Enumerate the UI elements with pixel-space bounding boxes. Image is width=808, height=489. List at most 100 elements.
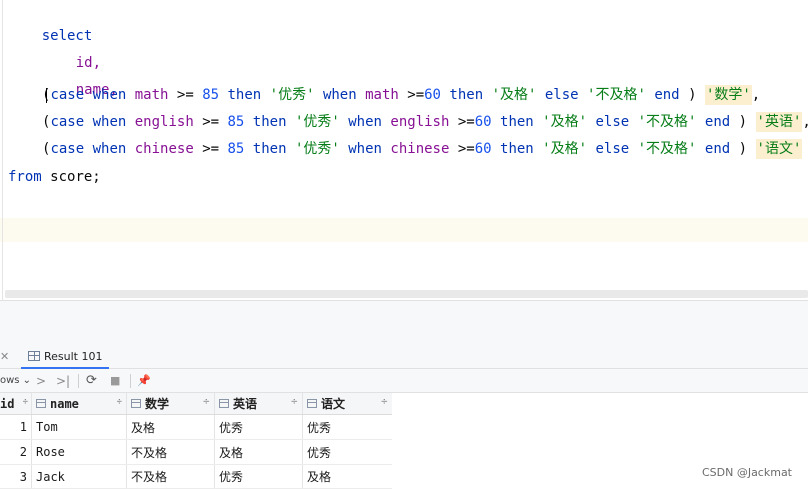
sort-icon[interactable]: ÷ — [380, 397, 388, 407]
column-header-label: name — [50, 396, 79, 411]
column-english: english — [390, 114, 450, 130]
code-line-1[interactable]: select — [8, 3, 93, 44]
sort-icon[interactable]: ÷ — [290, 397, 298, 407]
column-header-english[interactable]: 英语 ÷ — [215, 393, 303, 414]
code-line-2[interactable]: id, — [42, 30, 101, 71]
cell-name[interactable]: Rose — [32, 440, 127, 464]
next-page-icon[interactable]: > — [36, 373, 46, 389]
operator-ge: >= — [457, 141, 475, 157]
cell-math[interactable]: 不及格 — [127, 440, 215, 464]
keyword-when: when — [348, 141, 382, 157]
keyword-then: then — [252, 141, 287, 157]
horizontal-scrollbar[interactable] — [5, 290, 808, 298]
cell-math[interactable]: 不及格 — [127, 465, 215, 488]
cell-english[interactable]: 优秀 — [215, 415, 303, 439]
keyword-else: else — [595, 141, 630, 157]
keyword-end: end — [654, 87, 680, 103]
sort-icon[interactable]: ÷ — [23, 397, 28, 407]
results-tab-bar: ✕ Result 101 — [0, 345, 808, 369]
keyword-from: from — [8, 169, 42, 185]
column-math: math — [365, 87, 399, 103]
pin-icon[interactable]: 📌 — [137, 373, 151, 389]
column-header-name[interactable]: name ÷ — [32, 393, 127, 414]
number-85: 85 — [227, 141, 245, 157]
keyword-end: end — [704, 114, 731, 130]
column-header-math[interactable]: 数学 ÷ — [127, 393, 215, 414]
cell-math[interactable]: 及格 — [127, 415, 215, 439]
keyword-then: then — [500, 114, 534, 130]
operator-ge: >= — [202, 141, 220, 157]
code-line-7[interactable]: from score; — [8, 166, 101, 188]
toolbar-separator — [78, 374, 79, 388]
panel-divider[interactable] — [0, 300, 808, 345]
refresh-icon[interactable]: ⟳ — [86, 373, 97, 389]
keyword-case: case — [50, 141, 85, 157]
table-row[interactable]: 2 Rose 不及格 及格 优秀 — [0, 440, 392, 465]
keyword-case: case — [50, 87, 85, 103]
tab-result-101[interactable]: Result 101 — [21, 345, 110, 369]
cell-id[interactable]: 1 — [0, 415, 32, 439]
column-header-label: 语文 — [321, 397, 346, 411]
string-pass: '及格' — [542, 114, 588, 130]
cell-name[interactable]: Tom — [32, 415, 127, 439]
column-header-id[interactable]: id ÷ — [0, 393, 32, 414]
table-row[interactable]: 1 Tom 及格 优秀 优秀 — [0, 415, 392, 440]
operator-ge: >= — [457, 114, 475, 130]
sort-icon[interactable]: ÷ — [117, 397, 122, 407]
cell-id[interactable]: 3 — [0, 465, 32, 488]
number-60: 60 — [474, 141, 492, 157]
keyword-case: case — [50, 114, 85, 130]
keyword-then: then — [252, 114, 287, 130]
code-line-3[interactable]: name, — [42, 57, 118, 98]
cell-chinese[interactable]: 及格 — [303, 465, 392, 488]
code-line-6[interactable]: (case when chinese >= 85 then '优秀' when … — [42, 138, 803, 160]
table-row[interactable]: 3 Jack 不及格 优秀 及格 — [0, 465, 392, 489]
string-excellent: '优秀' — [294, 114, 340, 130]
keyword-end: end — [704, 141, 731, 157]
string-pass: '及格' — [542, 141, 588, 157]
close-paren: ) — [688, 87, 697, 103]
cell-english[interactable]: 及格 — [215, 440, 303, 464]
comma: , — [751, 87, 761, 103]
keyword-then: then — [449, 87, 484, 103]
rows-dropdown[interactable]: ows ⌄ — [0, 373, 31, 389]
keyword-when: when — [348, 114, 382, 130]
cell-english[interactable]: 优秀 — [215, 465, 303, 488]
watermark: CSDN @Jackmat — [701, 466, 792, 479]
cell-name[interactable]: Jack — [32, 465, 127, 488]
comma: , — [802, 114, 808, 130]
editor-gutter-border — [2, 0, 3, 300]
column-header-label: 英语 — [233, 397, 258, 411]
column-math: math — [134, 87, 169, 103]
column-icon — [131, 399, 141, 408]
string-excellent: '优秀' — [269, 87, 315, 103]
cell-id[interactable]: 2 — [0, 440, 32, 464]
code-line-5[interactable]: (case when english >= 85 then '优秀' when … — [42, 111, 808, 133]
code-line-4[interactable]: (case when math >= 85 then '优秀' when mat… — [42, 84, 760, 106]
column-chinese: chinese — [134, 141, 194, 157]
string-pass: '及格' — [491, 87, 537, 103]
column-english: english — [134, 114, 194, 130]
sql-editor[interactable]: select id, name, (case when math >= 85 t… — [0, 0, 808, 300]
cell-chinese[interactable]: 优秀 — [303, 440, 392, 464]
keyword-else: else — [544, 87, 579, 103]
close-paren: ) — [738, 114, 748, 130]
results-grid[interactable]: id ÷ name ÷ 数学 ÷ 英语 ÷ 语文 ÷ 1 Tom 及格 优秀 优… — [0, 393, 392, 489]
stop-icon[interactable]: ■ — [110, 373, 120, 389]
operator-ge: >= — [202, 114, 220, 130]
alias-chinese: '语文' — [755, 139, 803, 159]
tab-label: Result 101 — [44, 349, 103, 363]
column-header-chinese[interactable]: 语文 ÷ — [303, 393, 392, 414]
sort-icon[interactable]: ÷ — [202, 397, 210, 407]
string-fail: '不及格' — [587, 87, 646, 103]
cell-chinese[interactable]: 优秀 — [303, 415, 392, 439]
text-caret — [46, 87, 48, 103]
keyword-else: else — [595, 114, 630, 130]
string-fail: '不及格' — [637, 141, 697, 157]
last-page-icon[interactable]: >| — [56, 373, 70, 389]
current-line-highlight — [0, 218, 808, 242]
toolbar-separator — [130, 374, 131, 388]
close-icon[interactable]: ✕ — [0, 350, 9, 363]
operator-ge: >= — [176, 87, 194, 103]
keyword-then: then — [227, 87, 262, 103]
